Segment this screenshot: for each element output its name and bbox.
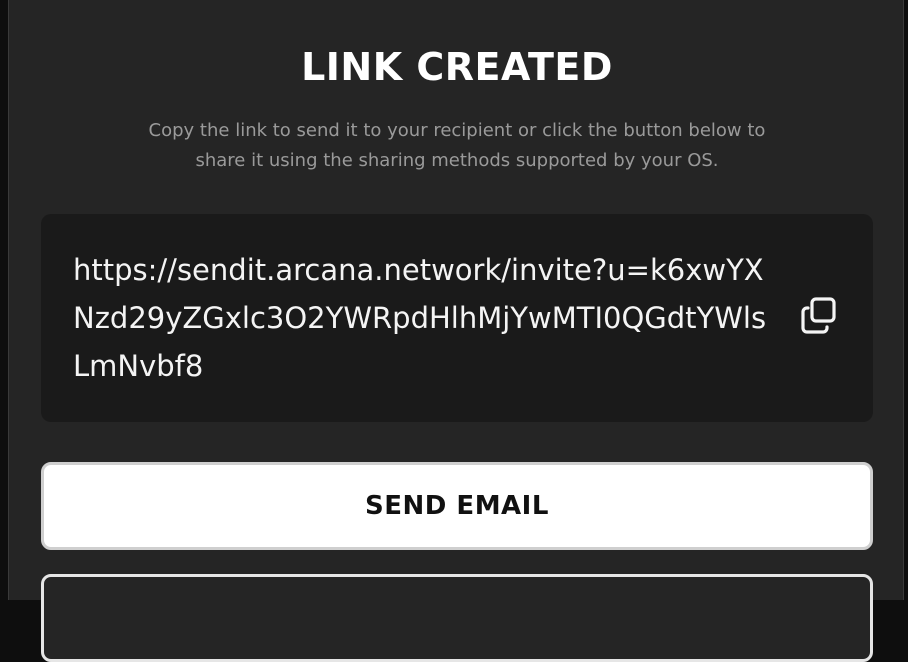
- dialog-title: LINK CREATED: [301, 45, 613, 89]
- dialog-subtitle: Copy the link to send it to your recipie…: [148, 120, 766, 171]
- link-box: https://sendit.arcana.network/invite?u=k…: [41, 214, 873, 422]
- invite-link-text[interactable]: https://sendit.arcana.network/invite?u=k…: [73, 246, 773, 390]
- copy-link-button[interactable]: [797, 296, 841, 340]
- secondary-button[interactable]: [41, 574, 873, 662]
- send-email-button[interactable]: SEND EMAIL: [41, 462, 873, 550]
- copy-icon: [799, 296, 839, 341]
- link-created-dialog: LINK CREATED Copy the link to send it to…: [8, 0, 904, 662]
